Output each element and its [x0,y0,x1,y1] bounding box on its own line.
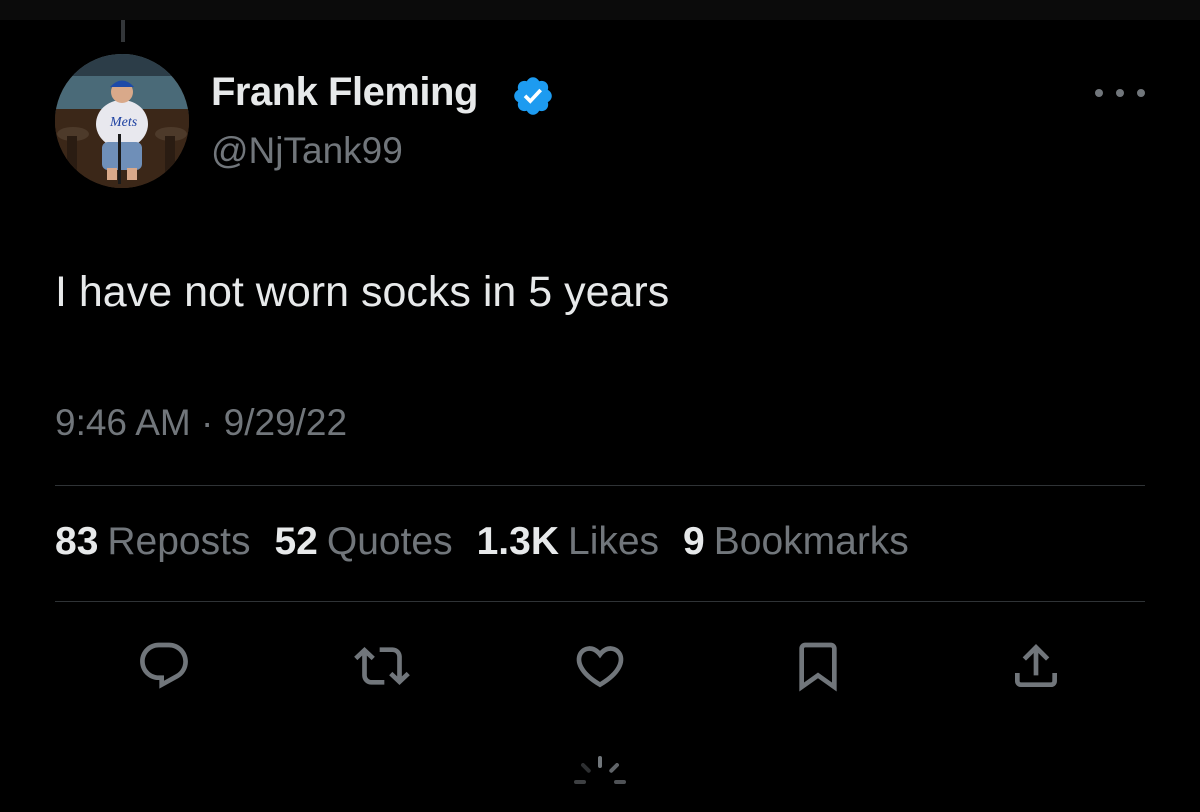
stat-bookmarks[interactable]: 9 Bookmarks [683,520,909,564]
stat-label: Reposts [107,520,251,563]
bookmark-icon[interactable] [790,638,846,694]
svg-text:Mets: Mets [109,115,138,130]
stat-label: Bookmarks [713,520,909,563]
divider [55,485,1145,486]
stat-reposts[interactable]: 83 Reposts [55,520,250,564]
more-dot [1116,89,1124,97]
stat-count: 9 [683,520,705,563]
like-icon[interactable] [572,638,628,694]
author-display-name[interactable]: Frank Fleming [211,70,478,115]
divider [55,601,1145,602]
stat-likes[interactable]: 1.3K Likes [477,520,659,564]
tweet-timestamp[interactable]: 9:46 AM · 9/29/22 [55,402,347,444]
tweet-text: I have not worn socks in 5 years [55,268,670,316]
more-dot [1137,89,1145,97]
avatar-photo: Mets [55,54,189,188]
more-dot [1095,89,1103,97]
loading-spinner-icon [574,756,626,784]
stat-count: 83 [55,520,99,563]
reply-icon[interactable] [136,638,192,694]
repost-icon[interactable] [354,638,410,694]
stat-label: Likes [568,520,660,563]
top-bar [0,0,1200,20]
share-icon[interactable] [1008,638,1064,694]
avatar[interactable]: Mets [55,54,189,188]
stat-count: 52 [274,520,318,563]
author-handle[interactable]: @NjTank99 [211,130,403,172]
verified-badge-icon [514,77,552,115]
more-options-icon[interactable] [1095,80,1145,106]
stat-quotes[interactable]: 52 Quotes [274,520,452,564]
engagement-stats: 83 Reposts 52 Quotes 1.3K Likes 9 Bookmarks [55,520,933,564]
stat-count: 1.3K [476,520,559,563]
thread-connector-line [121,20,125,42]
stat-label: Quotes [326,520,453,563]
